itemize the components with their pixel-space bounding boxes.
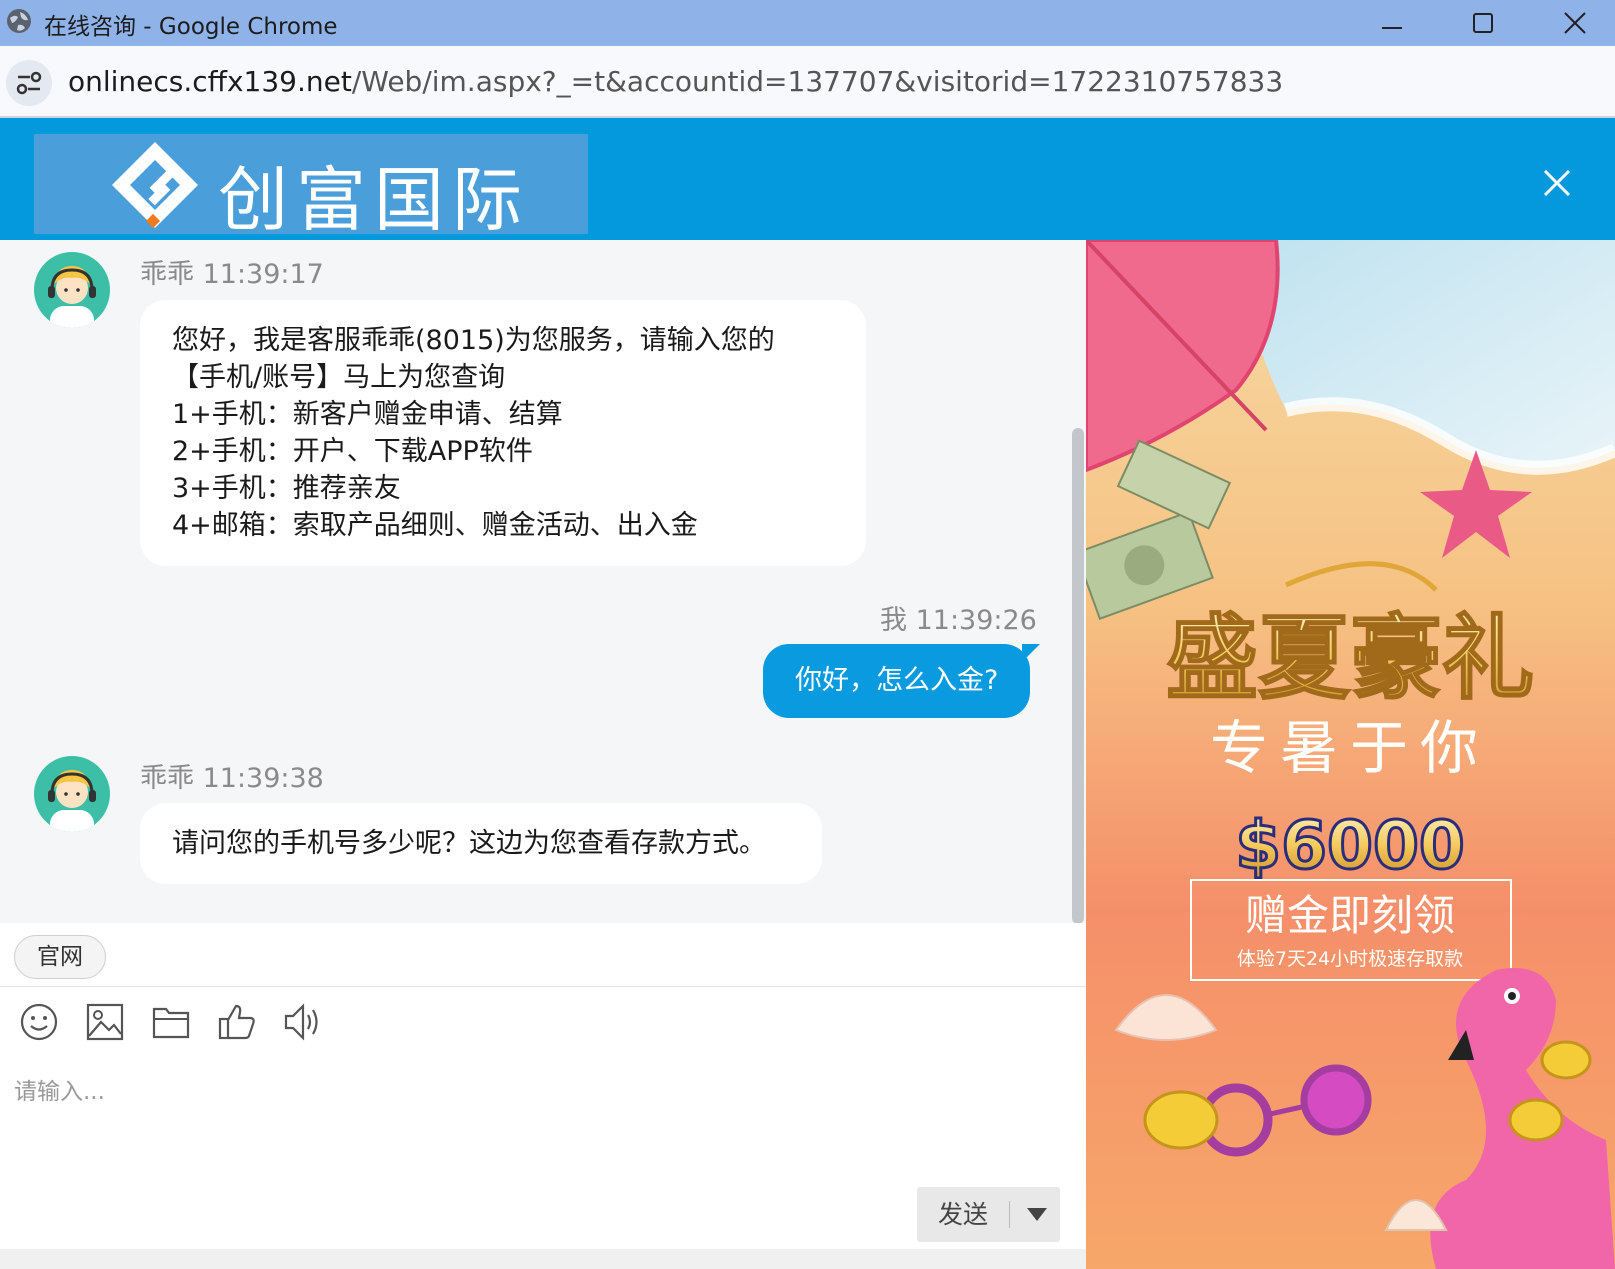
folder-icon[interactable] bbox=[149, 1000, 193, 1044]
logo-mark-icon bbox=[112, 142, 198, 229]
chat-messages[interactable]: 乖乖 11:39:17 您好，我是客服乖乖(8015)为您服务，请输入您的 【手… bbox=[0, 240, 1086, 923]
promo-tagline: 体验7天24小时极速存取款 bbox=[1237, 948, 1463, 970]
agent-avatar bbox=[34, 252, 110, 328]
promo-subheadline: 专暑于你 bbox=[1210, 714, 1490, 782]
close-chat-icon[interactable] bbox=[1540, 166, 1574, 200]
message-line: 您好，我是客服乖乖(8015)为您服务，请输入您的 bbox=[172, 325, 775, 356]
send-button[interactable]: 发送 bbox=[917, 1187, 1009, 1242]
quick-links-row: 官网 bbox=[0, 923, 1086, 987]
speaker-icon[interactable] bbox=[281, 1000, 325, 1044]
url-domain: onlinecs.cffx139.net bbox=[68, 65, 352, 98]
agent-message-bubble: 您好，我是客服乖乖(8015)为您服务，请输入您的 【手机/账号】马上为您查询 … bbox=[140, 300, 866, 566]
promo-artwork: 盛夏豪礼 专暑于你 $6000 赠金即刻领 体验7天24小时极速存取款 bbox=[1086, 240, 1615, 1269]
input-toolbar bbox=[0, 988, 1086, 1058]
message-line: 3+手机：推荐亲友 bbox=[172, 473, 401, 504]
agent-avatar-icon bbox=[48, 770, 96, 832]
message-line: 1+手机：新客户赠金申请、结算 bbox=[172, 399, 563, 430]
promo-headline: 盛夏豪礼 bbox=[1166, 605, 1534, 712]
official-site-button[interactable]: 官网 bbox=[14, 935, 106, 979]
user-message-bubble: 你好，怎么入金? bbox=[763, 644, 1041, 718]
minimize-icon[interactable] bbox=[1375, 6, 1409, 40]
globe-icon bbox=[7, 9, 31, 33]
message-meta: 我 11:39:26 bbox=[880, 605, 1037, 636]
message-line: 请问您的手机号多少呢？这边为您查看存款方式。 bbox=[172, 828, 766, 859]
address-bar: onlinecs.cffx139.net/Web/im.aspx?_=t&acc… bbox=[0, 46, 1615, 118]
window-close-icon[interactable] bbox=[1558, 6, 1592, 40]
emoji-icon[interactable] bbox=[17, 1000, 61, 1044]
image-icon[interactable] bbox=[83, 1000, 127, 1044]
message-line: 【手机/账号】马上为您查询 bbox=[172, 362, 506, 393]
send-group: 发送 bbox=[917, 1187, 1060, 1242]
tune-icon bbox=[16, 71, 42, 95]
message-meta: 乖乖 11:39:38 bbox=[140, 763, 324, 794]
url-text[interactable]: onlinecs.cffx139.net/Web/im.aspx?_=t&acc… bbox=[68, 65, 1283, 98]
send-options-dropdown-icon[interactable] bbox=[1014, 1187, 1060, 1242]
message-line: 2+手机：开户、下载APP软件 bbox=[172, 436, 533, 467]
chat-header: 创富国际 bbox=[0, 118, 1615, 241]
url-path: /Web/im.aspx?_=t&accountid=137707&visito… bbox=[351, 65, 1284, 98]
agent-avatar-icon bbox=[48, 266, 96, 328]
agent-avatar bbox=[34, 756, 110, 832]
logo-text: 创富国际 bbox=[218, 159, 530, 241]
promo-offer: 赠金即刻领 bbox=[1245, 891, 1455, 940]
bottom-strip bbox=[0, 1249, 1086, 1269]
chat-scrollbar[interactable] bbox=[1072, 428, 1084, 924]
site-info-button[interactable] bbox=[6, 60, 52, 106]
promo-amount: $6000 bbox=[1235, 807, 1465, 884]
message-line: 4+邮箱：索取产品细则、赠金活动、出入金 bbox=[172, 510, 698, 541]
maximize-icon[interactable] bbox=[1466, 6, 1500, 40]
promo-banner[interactable]: 盛夏豪礼 专暑于你 $6000 赠金即刻领 体验7天24小时极速存取款 bbox=[1086, 240, 1615, 1269]
agent-message-bubble: 请问您的手机号多少呢？这边为您查看存款方式。 bbox=[140, 803, 822, 884]
message-meta: 乖乖 11:39:17 bbox=[140, 259, 324, 290]
send-divider bbox=[1009, 1201, 1010, 1228]
window-title: 在线咨询 - Google Chrome bbox=[44, 14, 338, 40]
window-titlebar: 在线咨询 - Google Chrome bbox=[0, 0, 1615, 46]
thumbs-up-icon[interactable] bbox=[215, 1000, 259, 1044]
brand-logo: 创富国际 bbox=[34, 134, 588, 241]
